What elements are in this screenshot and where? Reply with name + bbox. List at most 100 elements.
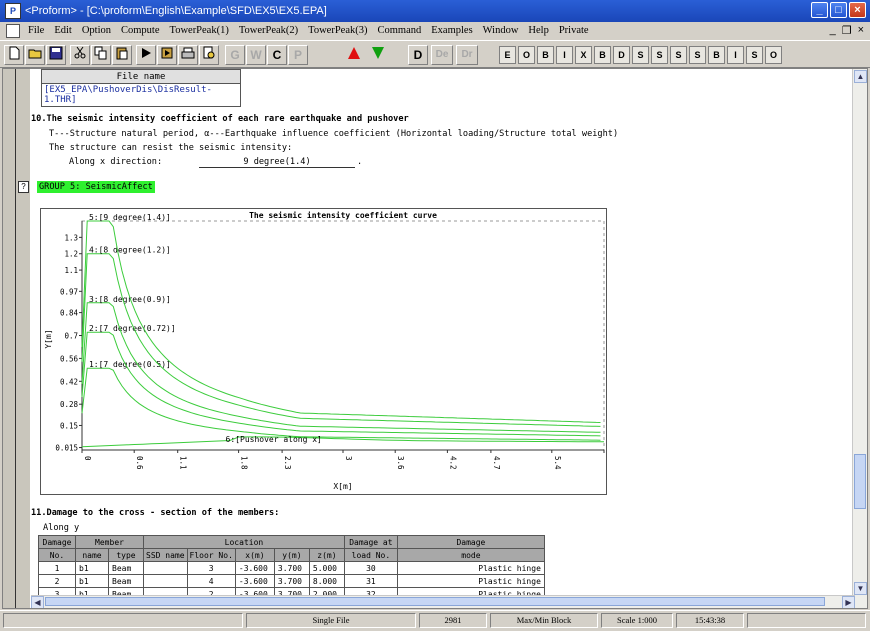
tool-open-icon[interactable]: O bbox=[518, 46, 535, 64]
menu-examples[interactable]: Examples bbox=[426, 25, 477, 36]
col-ssd-name: SSD name bbox=[143, 548, 188, 562]
menu-option[interactable]: Option bbox=[77, 25, 116, 36]
tool-option-icon[interactable]: O bbox=[765, 46, 782, 64]
w-button[interactable]: W bbox=[246, 45, 266, 65]
scroll-up-icon[interactable]: ▲ bbox=[854, 70, 867, 83]
run-icon[interactable] bbox=[136, 45, 156, 65]
save-icon[interactable] bbox=[46, 45, 66, 65]
horizontal-scrollbar[interactable]: ◀ ▶ bbox=[31, 595, 855, 608]
tool-draw-icon[interactable]: D bbox=[613, 46, 630, 64]
mdi-restore-button[interactable]: ❐ bbox=[842, 24, 852, 37]
triangle-down-icon[interactable] bbox=[368, 45, 388, 65]
table-cell: 30 bbox=[343, 561, 398, 575]
run-step-icon[interactable] bbox=[157, 45, 177, 65]
col-x: x(m) bbox=[234, 548, 275, 562]
x-tick-label: 2.3 bbox=[283, 456, 292, 470]
menu-towerpeak-3[interactable]: TowerPeak(3) bbox=[303, 25, 372, 36]
dr-button[interactable]: Dr bbox=[456, 45, 478, 65]
table-cell: -3.600 bbox=[234, 574, 275, 588]
new-icon[interactable] bbox=[4, 45, 24, 65]
resist-line: The structure can resist the seismic int… bbox=[49, 143, 293, 153]
table-row: 1 b1 Beam 3 -3.600 3.700 5.000 30 Plastic hinge bbox=[38, 561, 545, 575]
mdi-minimize-button[interactable]: _ bbox=[830, 24, 836, 37]
scroll-right-icon[interactable]: ▶ bbox=[842, 596, 855, 608]
col-load-no: load No. bbox=[343, 548, 398, 562]
menu-edit[interactable]: Edit bbox=[49, 25, 77, 36]
paste-icon[interactable] bbox=[112, 45, 132, 65]
tool-block-icon[interactable]: B bbox=[537, 46, 554, 64]
menu-towerpeak-1[interactable]: TowerPeak(1) bbox=[165, 25, 234, 36]
table-cell: Beam bbox=[108, 561, 144, 575]
tool-edit-icon[interactable]: E bbox=[499, 46, 516, 64]
tool-select-2-icon[interactable]: S bbox=[651, 46, 668, 64]
c-button[interactable]: C bbox=[267, 45, 287, 65]
x-tick-label: 6 bbox=[605, 456, 606, 461]
menu-help[interactable]: Help bbox=[523, 25, 553, 36]
t-description: T---Structure natural period, α---Earthq… bbox=[49, 129, 619, 139]
tool-select-3-icon[interactable]: S bbox=[670, 46, 687, 64]
group-label[interactable]: GROUP 5: SeismicAffect bbox=[37, 181, 155, 193]
status-panel-end bbox=[747, 613, 866, 628]
maximize-button[interactable]: □ bbox=[830, 2, 847, 18]
y-tick-label: 0.15 bbox=[60, 421, 78, 430]
de-button[interactable]: De bbox=[431, 45, 453, 65]
menu-towerpeak-2[interactable]: TowerPeak(2) bbox=[234, 25, 303, 36]
horizontal-scroll-thumb[interactable] bbox=[45, 597, 825, 606]
table-cell: Plastic hinge bbox=[396, 574, 545, 588]
open-icon[interactable] bbox=[25, 45, 45, 65]
p-button[interactable]: P bbox=[288, 45, 308, 65]
file-table-header: File name bbox=[41, 69, 241, 84]
x-tick-label: 0 bbox=[83, 456, 92, 461]
title-bar: P <Proform> - [C:\proform\English\Exampl… bbox=[0, 0, 870, 22]
menu-compute[interactable]: Compute bbox=[116, 25, 165, 36]
copy-icon[interactable] bbox=[91, 45, 111, 65]
print-preview-icon[interactable] bbox=[199, 45, 219, 65]
minimize-button[interactable]: _ bbox=[811, 2, 828, 18]
cut-icon[interactable] bbox=[70, 45, 90, 65]
table-cell: 31 bbox=[343, 574, 398, 588]
y-tick-label: 0.015 bbox=[55, 444, 78, 453]
file-table: File name [EX5_EPA\PushoverDis\DisResult… bbox=[41, 69, 241, 107]
col-type: type bbox=[108, 548, 144, 562]
tool-bold-icon[interactable]: B bbox=[594, 46, 611, 64]
group-marker-icon[interactable]: ? bbox=[18, 181, 29, 193]
tool-insert-icon[interactable]: I bbox=[556, 46, 573, 64]
document-icon[interactable] bbox=[6, 23, 20, 38]
tool-delete-icon[interactable]: X bbox=[575, 46, 592, 64]
y-tick-label: 0.42 bbox=[60, 377, 78, 386]
table-cell: 4 bbox=[186, 574, 236, 588]
mdi-close-button[interactable]: × bbox=[858, 24, 864, 37]
menu-command[interactable]: Command bbox=[373, 25, 427, 36]
tool-box-icon[interactable]: B bbox=[708, 46, 725, 64]
scroll-left-icon[interactable]: ◀ bbox=[31, 596, 44, 608]
table-cell: 3.700 bbox=[273, 574, 310, 588]
scroll-down-icon[interactable]: ▼ bbox=[854, 582, 867, 595]
app-icon[interactable]: P bbox=[5, 3, 21, 19]
d-button[interactable]: D bbox=[408, 45, 428, 65]
status-value: 2981 bbox=[419, 613, 487, 628]
y-tick-label: 0.28 bbox=[60, 400, 79, 409]
col-floor-no: Floor No. bbox=[186, 548, 236, 562]
table-cell bbox=[143, 574, 188, 588]
vertical-scrollbar[interactable]: ▲ ▼ bbox=[852, 69, 867, 608]
print-icon[interactable] bbox=[178, 45, 198, 65]
close-button[interactable]: × bbox=[849, 2, 866, 18]
vertical-scroll-thumb[interactable] bbox=[854, 454, 866, 509]
menu-window[interactable]: Window bbox=[478, 25, 524, 36]
tool-info-icon[interactable]: I bbox=[727, 46, 744, 64]
tool-select-1-icon[interactable]: S bbox=[632, 46, 649, 64]
g-button[interactable]: G bbox=[225, 45, 245, 65]
menu-private[interactable]: Private bbox=[554, 25, 594, 36]
y-tick-label: 0.7 bbox=[64, 332, 78, 341]
document-view[interactable]: File name [EX5_EPA\PushoverDis\DisResult… bbox=[2, 68, 868, 609]
file-name-cell[interactable]: [EX5_EPA\PushoverDis\DisResult-1.THR] bbox=[41, 83, 241, 107]
menu-file[interactable]: File bbox=[23, 25, 49, 36]
series-label: 4:[8 degree(1.2)] bbox=[89, 246, 171, 255]
y-axis-label: Y[m] bbox=[44, 329, 53, 348]
triangle-up-icon[interactable] bbox=[344, 45, 364, 65]
tool-select-5-icon[interactable]: S bbox=[746, 46, 763, 64]
x-tick-label: 3.6 bbox=[396, 456, 405, 470]
tool-select-4-icon[interactable]: S bbox=[689, 46, 706, 64]
status-scale: Scale 1:000 bbox=[601, 613, 673, 628]
y-tick-label: 1.2 bbox=[64, 250, 78, 259]
